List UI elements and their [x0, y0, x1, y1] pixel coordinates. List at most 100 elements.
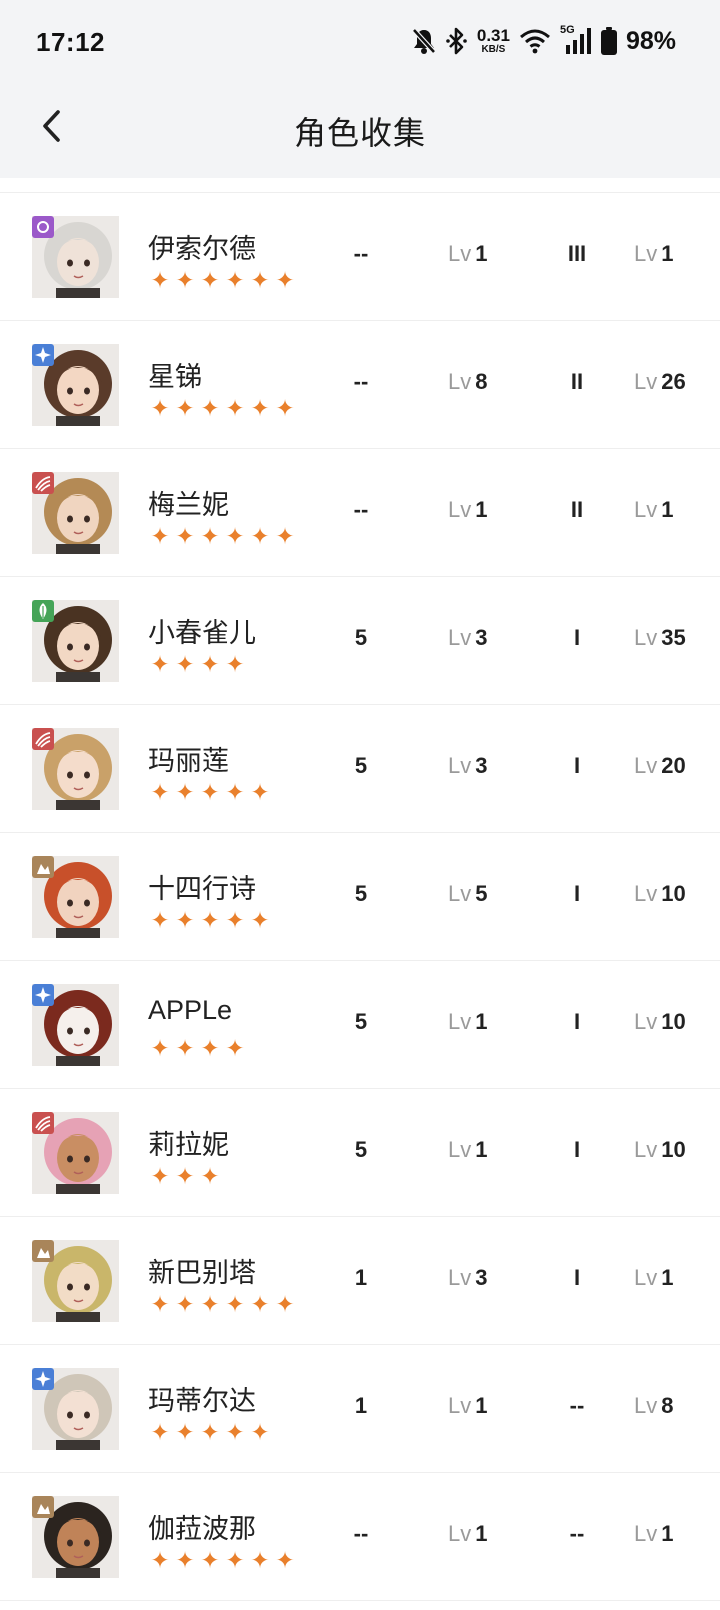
character-portrait: [32, 1368, 119, 1450]
bell-muted-icon: [411, 27, 437, 55]
character-row[interactable]: 梅兰妮 ✦ ✦ ✦ ✦ ✦ ✦ -- Lv 1 II Lv 1: [0, 449, 720, 577]
star-icon: ✦: [225, 523, 245, 549]
character-portrait: [32, 1240, 119, 1322]
character-row[interactable]: 玛蒂尔达 ✦ ✦ ✦ ✦ ✦ 1 Lv 1 -- Lv 8: [0, 1345, 720, 1473]
star-icon: ✦: [225, 651, 245, 677]
star-icon: ✦: [175, 1419, 195, 1445]
character-level: Lv 10: [634, 883, 686, 905]
character-row[interactable]: 星锑 ✦ ✦ ✦ ✦ ✦ ✦ -- Lv 8 II Lv 26: [0, 321, 720, 449]
star-icon: ✦: [250, 1419, 270, 1445]
star-icon: ✦: [200, 395, 220, 421]
skill-level: Lv 1: [448, 499, 488, 521]
level-prefix: Lv: [634, 881, 658, 906]
star-icon: ✦: [250, 395, 270, 421]
star-icon: ✦: [150, 267, 170, 293]
character-row[interactable]: 伽菈波那 ✦ ✦ ✦ ✦ ✦ ✦ -- Lv 1 -- Lv 1: [0, 1473, 720, 1601]
element-badge-icon: [32, 1240, 54, 1262]
star-icon: ✦: [175, 779, 195, 805]
skill-level-value: 1: [475, 241, 488, 266]
character-name: 小春雀儿: [148, 618, 256, 648]
star-icon: ✦: [250, 907, 270, 933]
star-icon: ✦: [275, 395, 295, 421]
grade: --: [569, 1393, 585, 1418]
star-icon: ✦: [200, 779, 220, 805]
rarity-stars: ✦ ✦ ✦ ✦: [148, 653, 247, 676]
character-name: APPLe: [148, 995, 233, 1025]
character-name: 伽菈波那: [148, 1514, 256, 1544]
skill-level-value: 1: [475, 1009, 488, 1034]
character-row[interactable]: 莉拉妮 ✦ ✦ ✦ 5 Lv 1 I Lv 10: [0, 1089, 720, 1217]
star-icon: ✦: [225, 1547, 245, 1573]
character-level: Lv 8: [634, 1395, 674, 1417]
character-row[interactable]: APPLe ✦ ✦ ✦ ✦ 5 Lv 1 I Lv 10: [0, 961, 720, 1089]
skill-level-value: 1: [475, 497, 488, 522]
star-icon: ✦: [200, 1547, 220, 1573]
level-prefix: Lv: [634, 497, 658, 522]
character-row[interactable]: 伊索尔德 ✦ ✦ ✦ ✦ ✦ ✦ -- Lv 1 III Lv 1: [0, 193, 720, 321]
star-icon: ✦: [150, 1419, 170, 1445]
rarity-stars: ✦ ✦ ✦ ✦ ✦ ✦: [148, 1293, 297, 1316]
character-name: 梅兰妮: [148, 490, 229, 520]
skill-level: Lv 5: [448, 883, 488, 905]
star-icon: ✦: [225, 907, 245, 933]
element-badge-icon: [32, 984, 54, 1006]
level-prefix: Lv: [448, 1393, 472, 1418]
star-icon: ✦: [200, 1035, 220, 1061]
level-prefix: Lv: [448, 1009, 472, 1034]
battery-icon: [600, 27, 617, 55]
net-speed-unit: KB/S: [481, 44, 506, 55]
character-portrait: [32, 600, 119, 682]
grade: I: [573, 753, 581, 778]
character-row[interactable]: 玛丽莲 ✦ ✦ ✦ ✦ ✦ 5 Lv 3 I Lv 20: [0, 705, 720, 833]
skill-level: Lv 1: [448, 1523, 488, 1545]
star-icon: ✦: [175, 1291, 195, 1317]
level-prefix: Lv: [634, 1009, 658, 1034]
star-icon: ✦: [275, 267, 295, 293]
dupe-count: 5: [354, 1137, 368, 1162]
star-icon: ✦: [200, 1163, 220, 1189]
character-name: 星锑: [148, 362, 202, 392]
character-name: 莉拉妮: [148, 1130, 229, 1160]
star-icon: ✦: [150, 1291, 170, 1317]
level-prefix: Lv: [634, 1393, 658, 1418]
star-icon: ✦: [200, 651, 220, 677]
element-badge-icon: [32, 856, 54, 878]
status-time: 17:12: [36, 27, 105, 57]
battery-percent: 98%: [625, 26, 676, 55]
character-row[interactable]: 小春雀儿 ✦ ✦ ✦ ✦ 5 Lv 3 I Lv 35: [0, 577, 720, 705]
net-speed-value: 0.31: [476, 26, 510, 45]
grade: I: [573, 1009, 581, 1034]
rarity-stars: ✦ ✦ ✦ ✦: [148, 1037, 247, 1060]
character-level-value: 10: [661, 881, 686, 906]
character-name: 新巴别塔: [148, 1258, 256, 1288]
level-prefix: Lv: [448, 1265, 472, 1290]
level-prefix: Lv: [448, 625, 472, 650]
star-icon: ✦: [200, 1291, 220, 1317]
skill-level-value: 1: [475, 1137, 488, 1162]
character-row[interactable]: 新巴别塔 ✦ ✦ ✦ ✦ ✦ ✦ 1 Lv 3 I Lv 1: [0, 1217, 720, 1345]
character-portrait: [32, 984, 119, 1066]
dupe-count: 5: [354, 625, 368, 650]
rarity-stars: ✦ ✦ ✦ ✦ ✦ ✦: [148, 525, 297, 548]
character-list: 伊索尔德 ✦ ✦ ✦ ✦ ✦ ✦ -- Lv 1 III Lv 1 星锑 ✦ ✦ ✦ ✦ ✦ ✦ -- Lv 8 II Lv 26…: [0, 192, 720, 1601]
level-prefix: Lv: [634, 625, 658, 650]
character-row[interactable]: 十四行诗 ✦ ✦ ✦ ✦ ✦ 5 Lv 5 I Lv 10: [0, 833, 720, 961]
dupe-count: 1: [354, 1393, 368, 1418]
character-level-value: 10: [661, 1137, 686, 1162]
star-icon: ✦: [175, 395, 195, 421]
character-level-value: 1: [661, 1265, 674, 1290]
star-icon: ✦: [150, 907, 170, 933]
star-icon: ✦: [200, 267, 220, 293]
element-badge-icon: [32, 600, 54, 622]
level-prefix: Lv: [448, 881, 472, 906]
star-icon: ✦: [175, 1547, 195, 1573]
star-icon: ✦: [225, 1291, 245, 1317]
status-bar: 17:12 0.31 KB/S 5G 98%: [0, 0, 720, 82]
star-icon: ✦: [250, 1547, 270, 1573]
character-portrait: [32, 728, 119, 810]
rarity-stars: ✦ ✦ ✦ ✦ ✦: [148, 1421, 272, 1444]
star-icon: ✦: [175, 523, 195, 549]
star-icon: ✦: [275, 1547, 295, 1573]
star-icon: ✦: [250, 779, 270, 805]
skill-level-value: 8: [475, 369, 488, 394]
